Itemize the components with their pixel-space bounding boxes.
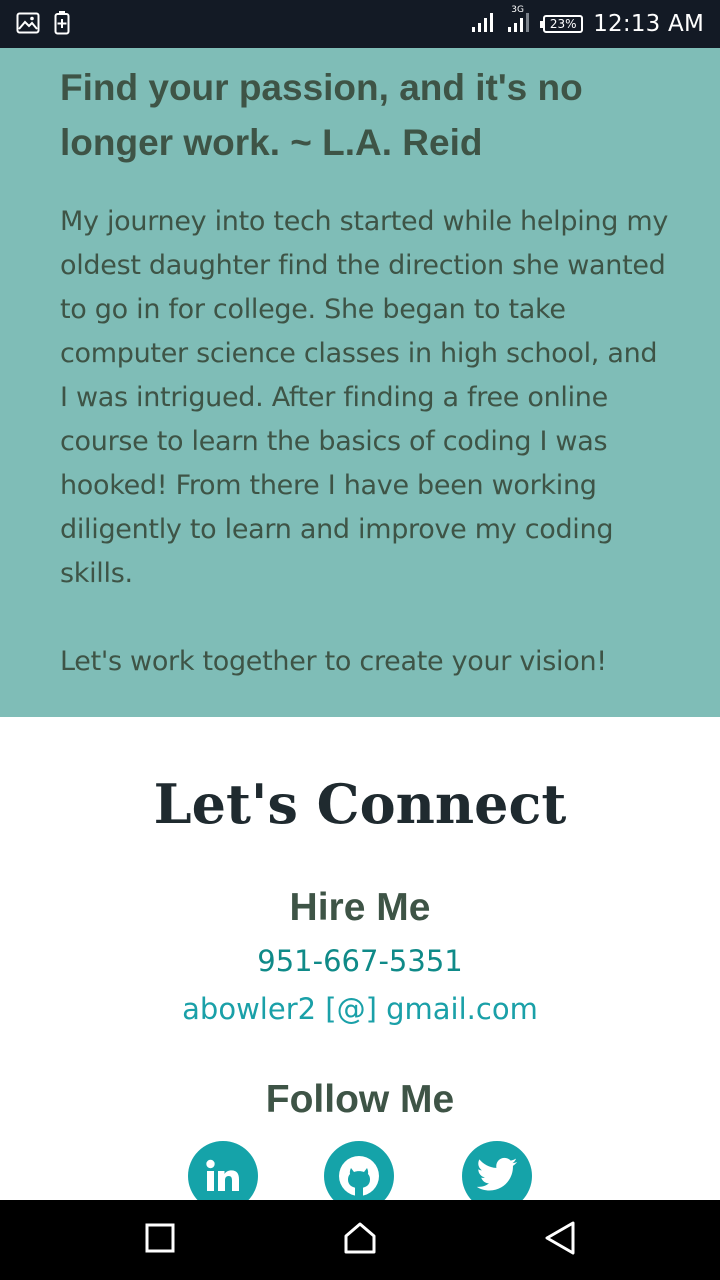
clock: 12:13 AM	[593, 11, 704, 37]
quote-heading: Find your passion, and it's no longer wo…	[60, 67, 583, 163]
status-bar: 3G 23% 12:13 AM	[0, 0, 720, 48]
github-icon	[337, 1154, 381, 1198]
phone-link[interactable]: 951-667-5351	[0, 944, 720, 978]
battery-saver-icon	[54, 11, 70, 40]
home-icon	[342, 1220, 378, 1261]
bio-paragraph: My journey into tech started while helpi…	[60, 206, 669, 589]
recent-apps-button[interactable]	[140, 1220, 180, 1260]
battery-icon: 23%	[540, 15, 584, 33]
connect-title: Let's Connect	[153, 772, 567, 836]
home-button[interactable]	[340, 1220, 380, 1260]
email-link[interactable]: abowler2 [@] gmail.com	[0, 992, 720, 1026]
network-type-label: 3G	[511, 4, 524, 15]
back-button[interactable]	[540, 1220, 580, 1260]
follow-me-heading: Follow Me	[265, 1078, 455, 1121]
call-to-action: Let's work together to create your visio…	[60, 646, 607, 677]
signal-3g-icon: 3G	[507, 5, 533, 38]
navigation-bar	[0, 1200, 720, 1280]
about-section: Find your passion, and it's no longer wo…	[0, 48, 720, 717]
signal-icon	[471, 11, 497, 38]
back-icon	[543, 1220, 577, 1261]
linkedin-icon	[203, 1156, 243, 1196]
hire-me-heading: Hire Me	[289, 886, 431, 929]
twitter-icon	[475, 1157, 519, 1195]
recent-apps-icon	[144, 1222, 176, 1259]
battery-level: 23%	[549, 17, 577, 31]
image-icon	[16, 12, 40, 39]
